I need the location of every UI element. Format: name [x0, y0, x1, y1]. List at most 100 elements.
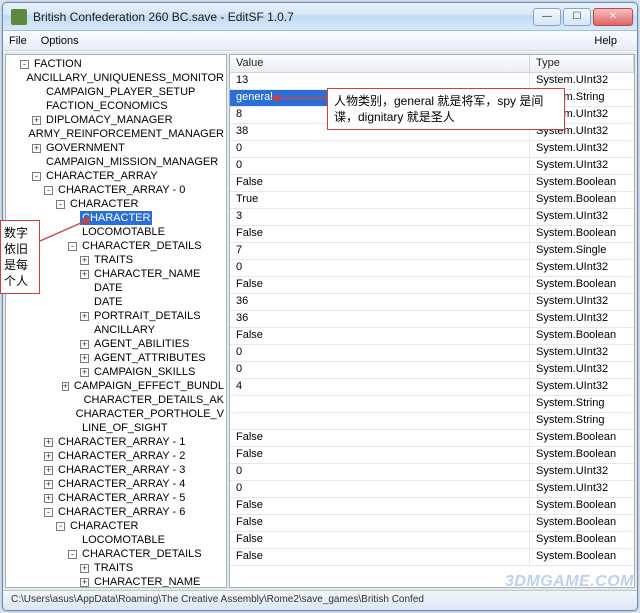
collapse-icon[interactable]: - — [20, 60, 29, 69]
cell-value[interactable]: 7 — [230, 243, 530, 259]
cell-value[interactable]: False — [230, 430, 530, 446]
tree-item-label[interactable]: CHARACTER_NAME — [92, 267, 202, 281]
tree-item-label[interactable]: CHARACTER_ARRAY - 3 — [56, 463, 187, 477]
expand-icon[interactable]: + — [80, 564, 89, 573]
tree-item[interactable]: +PORTRAIT_DETAILS — [8, 309, 226, 323]
close-button[interactable]: ✕ — [593, 8, 633, 26]
tree-item-label[interactable]: CHARACTER_DETAILS_AK — [82, 393, 226, 407]
tree-item[interactable]: +CHARACTER_NAME — [8, 575, 226, 587]
table-row[interactable]: 36System.UInt32 — [230, 294, 634, 311]
table-row[interactable]: 0System.UInt32 — [230, 141, 634, 158]
tree-item-label[interactable]: AGENT_ATTRIBUTES — [92, 351, 208, 365]
cell-value[interactable]: 0 — [230, 362, 530, 378]
title-bar[interactable]: British Confederation 260 BC.save - Edit… — [3, 3, 637, 31]
tree-item[interactable]: +DIPLOMACY_MANAGER — [8, 113, 226, 127]
tree-item[interactable]: ANCILLARY_UNIQUENESS_MONITOR — [8, 71, 226, 85]
tree-item[interactable]: +CHARACTER_ARRAY - 3 — [8, 463, 226, 477]
tree-item-label[interactable]: ANCILLARY_UNIQUENESS_MONITOR — [24, 71, 226, 85]
table-row[interactable]: 0System.UInt32 — [230, 260, 634, 277]
cell-value[interactable]: False — [230, 515, 530, 531]
tree-item[interactable]: +AGENT_ABILITIES — [8, 337, 226, 351]
tree-item[interactable]: DATE — [8, 295, 226, 309]
collapse-icon[interactable]: - — [44, 186, 53, 195]
expand-icon[interactable]: + — [80, 256, 89, 265]
tree-item-label[interactable]: TRAITS — [92, 561, 135, 575]
tree-item[interactable]: +GOVERNMENT — [8, 141, 226, 155]
tree-item-label[interactable]: LOCOMOTABLE — [80, 533, 167, 547]
tree-item[interactable]: +TRAITS — [8, 253, 226, 267]
tree-item-label[interactable]: CHARACTER — [68, 197, 140, 211]
tree-item[interactable]: -FACTION — [8, 57, 226, 71]
cell-value[interactable]: False — [230, 175, 530, 191]
maximize-button[interactable]: ☐ — [563, 8, 591, 26]
expand-icon[interactable]: + — [32, 116, 41, 125]
col-header-value[interactable]: Value — [230, 55, 530, 72]
cell-value[interactable]: False — [230, 549, 530, 565]
table-row[interactable]: 0System.UInt32 — [230, 158, 634, 175]
table-row[interactable]: FalseSystem.Boolean — [230, 549, 634, 566]
cell-value[interactable]: 4 — [230, 379, 530, 395]
minimize-button[interactable]: — — [533, 8, 561, 26]
collapse-icon[interactable]: - — [32, 172, 41, 181]
expand-icon[interactable]: + — [44, 438, 53, 447]
table-row[interactable]: FalseSystem.Boolean — [230, 498, 634, 515]
table-row[interactable]: 36System.UInt32 — [230, 311, 634, 328]
expand-icon[interactable]: + — [80, 354, 89, 363]
tree-item-label[interactable]: CHARACTER_NAME — [92, 575, 202, 587]
tree-item-label[interactable]: TRAITS — [92, 253, 135, 267]
tree-item[interactable]: +TRAITS — [8, 561, 226, 575]
expand-icon[interactable]: + — [80, 578, 89, 587]
cell-value[interactable] — [230, 396, 530, 412]
table-row[interactable]: 7System.Single — [230, 243, 634, 260]
table-row[interactable]: FalseSystem.Boolean — [230, 515, 634, 532]
tree-item-label[interactable]: DIPLOMACY_MANAGER — [44, 113, 175, 127]
expand-icon[interactable]: + — [80, 270, 89, 279]
table-row[interactable]: System.String — [230, 396, 634, 413]
table-row[interactable]: 4System.UInt32 — [230, 379, 634, 396]
tree-item-label[interactable]: CAMPAIGN_EFFECT_BUNDL — [72, 379, 226, 393]
table-row[interactable]: 0System.UInt32 — [230, 345, 634, 362]
tree-item[interactable]: CAMPAIGN_MISSION_MANAGER — [8, 155, 226, 169]
tree-item-label[interactable]: CHARACTER_ARRAY - 6 — [56, 505, 187, 519]
tree-item[interactable]: -CHARACTER_ARRAY - 0 — [8, 183, 226, 197]
expand-icon[interactable]: + — [32, 144, 41, 153]
table-row[interactable]: 3System.UInt32 — [230, 209, 634, 226]
tree-item-label[interactable]: CHARACTER_ARRAY - 2 — [56, 449, 187, 463]
tree-item-label[interactable]: CHARACTER_ARRAY - 4 — [56, 477, 187, 491]
tree-item-label[interactable]: FACTION_ECONOMICS — [44, 99, 170, 113]
cell-value[interactable]: True — [230, 192, 530, 208]
expand-icon[interactable]: + — [80, 368, 89, 377]
tree-item[interactable]: +CAMPAIGN_SKILLS — [8, 365, 226, 379]
table-row[interactable]: FalseSystem.Boolean — [230, 226, 634, 243]
expand-icon[interactable]: + — [44, 466, 53, 475]
tree-item-label[interactable]: CAMPAIGN_SKILLS — [92, 365, 197, 379]
tree-item-label[interactable]: AGENT_ABILITIES — [92, 337, 191, 351]
cell-value[interactable]: 0 — [230, 345, 530, 361]
expand-icon[interactable]: + — [80, 312, 89, 321]
table-row[interactable]: FalseSystem.Boolean — [230, 447, 634, 464]
table-body[interactable]: 13System.UInt32generalSystem.String8Syst… — [230, 73, 634, 587]
tree-item[interactable]: +CHARACTER_NAME — [8, 267, 226, 281]
cell-value[interactable]: 0 — [230, 481, 530, 497]
cell-value[interactable]: False — [230, 532, 530, 548]
collapse-icon[interactable]: - — [56, 522, 65, 531]
cell-value[interactable]: False — [230, 226, 530, 242]
cell-value[interactable]: False — [230, 328, 530, 344]
table-row[interactable]: FalseSystem.Boolean — [230, 430, 634, 447]
table-row[interactable]: 0System.UInt32 — [230, 362, 634, 379]
tree-item-label[interactable]: GOVERNMENT — [44, 141, 127, 155]
tree-item-label[interactable]: CHARACTER — [68, 519, 140, 533]
tree-item[interactable]: +CHARACTER_ARRAY - 4 — [8, 477, 226, 491]
collapse-icon[interactable]: - — [56, 200, 65, 209]
tree-item-label[interactable]: ARMY_REINFORCEMENT_MANAGER — [26, 127, 226, 141]
cell-value[interactable] — [230, 413, 530, 429]
tree-item-label[interactable]: DATE — [92, 295, 125, 309]
tree-item[interactable]: ANCILLARY — [8, 323, 226, 337]
tree-item-label[interactable]: CHARACTER_ARRAY - 5 — [56, 491, 187, 505]
cell-value[interactable]: 0 — [230, 260, 530, 276]
table-row[interactable]: 0System.UInt32 — [230, 464, 634, 481]
cell-value[interactable]: 3 — [230, 209, 530, 225]
tree-item-label[interactable]: PORTRAIT_DETAILS — [92, 309, 203, 323]
expand-icon[interactable]: + — [44, 480, 53, 489]
expand-icon[interactable]: + — [80, 340, 89, 349]
